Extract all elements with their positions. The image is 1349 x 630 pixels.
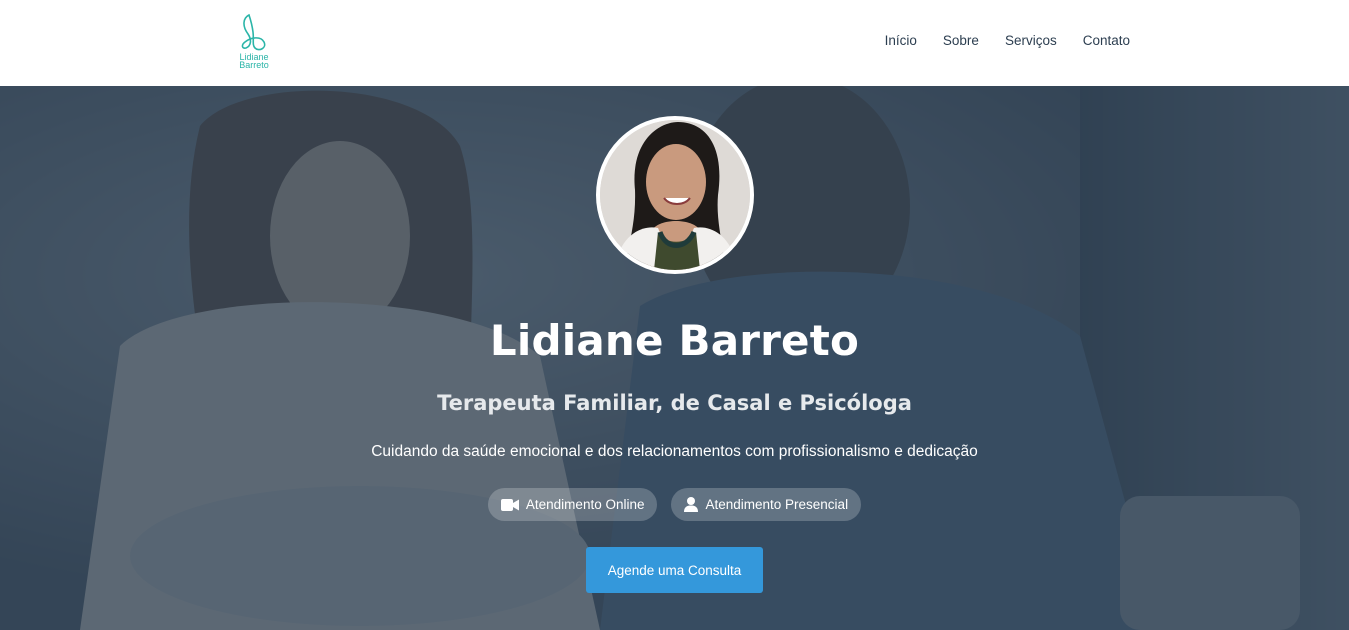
profile-photo xyxy=(599,120,750,270)
hero-tagline: Cuidando da saúde emocional e dos relaci… xyxy=(371,443,978,460)
lb-monogram-icon xyxy=(241,13,266,51)
badge-online-label: Atendimento Online xyxy=(525,497,645,512)
brand-logo[interactable]: Lidiane Barreto xyxy=(230,12,278,70)
hero-content: Lidiane Barreto Terapeuta Familiar, de C… xyxy=(0,86,1349,630)
logo-text: Lidiane Barreto xyxy=(239,53,269,70)
badge-presencial: Atendimento Presencial xyxy=(671,488,862,521)
nav-item-sobre[interactable]: Sobre xyxy=(943,33,979,48)
main-nav: Início Sobre Serviços Contato xyxy=(885,33,1130,48)
badge-online: Atendimento Online xyxy=(487,488,658,521)
user-icon xyxy=(684,497,699,512)
site-header: Lidiane Barreto Início Sobre Serviços Co… xyxy=(0,0,1349,86)
badge-presencial-label: Atendimento Presencial xyxy=(705,497,849,512)
hero-subtitle: Terapeuta Familiar, de Casal e Psicóloga xyxy=(437,391,912,415)
logo-line-2: Barreto xyxy=(239,60,269,70)
nav-item-inicio[interactable]: Início xyxy=(885,33,917,48)
video-camera-icon xyxy=(500,498,519,511)
service-badges: Atendimento Online Atendimento Presencia… xyxy=(487,488,862,521)
nav-item-contato[interactable]: Contato xyxy=(1083,33,1130,48)
hero-section: Lidiane Barreto Terapeuta Familiar, de C… xyxy=(0,86,1349,630)
profile-avatar xyxy=(595,116,754,274)
nav-item-servicos[interactable]: Serviços xyxy=(1005,33,1057,48)
schedule-consultation-button[interactable]: Agende uma Consulta xyxy=(586,547,763,593)
hero-title: Lidiane Barreto xyxy=(489,316,860,365)
